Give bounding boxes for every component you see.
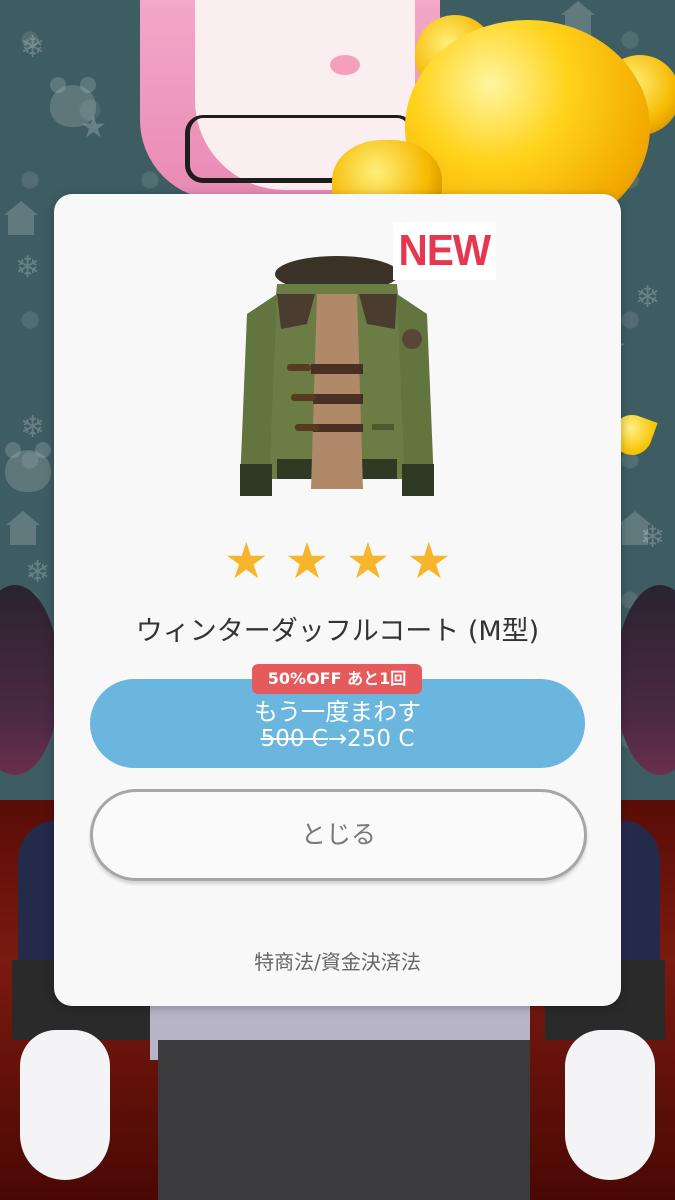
- discount-badge: 50%OFF あと1回: [252, 664, 422, 694]
- new-price: 250 C: [347, 726, 415, 752]
- snowflake-icon: ❄: [20, 410, 46, 445]
- house-pattern-icon: [618, 511, 652, 545]
- snowflake-icon: ❄: [635, 280, 661, 315]
- rarity-stars: ★ ★ ★ ★: [54, 536, 621, 586]
- bear-pattern-icon: [5, 442, 51, 492]
- avatar-hand-right: [565, 1030, 655, 1180]
- snowflake-icon: ❄: [15, 250, 41, 285]
- spin-again-label: もう一度まわす: [253, 698, 422, 726]
- price-arrow: →: [327, 726, 348, 752]
- close-button[interactable]: とじる: [90, 789, 587, 881]
- old-price: 500 C: [260, 726, 328, 752]
- avatar-pants: [158, 1040, 530, 1200]
- legal-info-link[interactable]: 特商法/資金決済法: [54, 946, 621, 975]
- item-name: ウィンターダッフルコート (M型): [135, 616, 540, 647]
- price-line: 500 C→250 C: [90, 726, 585, 752]
- avatar-blush: [330, 55, 360, 75]
- star-icon: ★: [406, 532, 452, 590]
- star-icon: ★: [223, 532, 269, 590]
- new-badge: NEW: [393, 222, 496, 280]
- gacha-result-dialog: NEW ★ ★ ★ ★ ウィンターダッフルコート (M型) もう一度まわす 500 C…: [54, 194, 621, 1006]
- item-image: [240, 256, 434, 496]
- snowflake-icon: ❄: [20, 30, 46, 65]
- star-icon: ★: [284, 532, 330, 590]
- avatar-hand-left: [20, 1030, 110, 1180]
- snowflake-icon: ❄: [25, 555, 51, 590]
- bear-pattern-icon: [50, 77, 96, 127]
- star-icon: ★: [345, 532, 391, 590]
- house-pattern-icon: [6, 511, 40, 545]
- house-pattern-icon: [4, 201, 38, 235]
